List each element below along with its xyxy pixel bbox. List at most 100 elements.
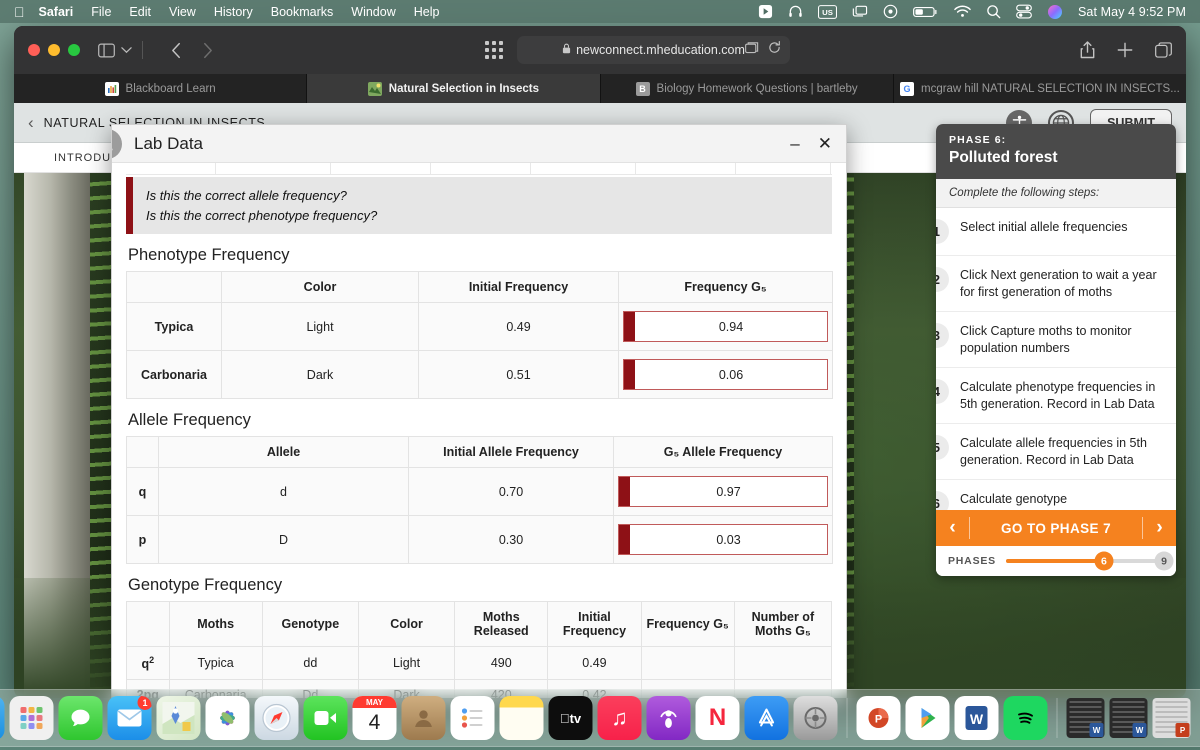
dock-app-media-player[interactable] <box>905 696 950 740</box>
dock-app-word[interactable]: W <box>954 696 999 740</box>
menubar-clock[interactable]: Sat May 4 9:52 PM <box>1078 5 1186 19</box>
chevron-left-icon[interactable]: ‹ <box>28 113 34 133</box>
dock-app-finder[interactable] <box>0 696 5 740</box>
step-number: 6 <box>936 491 949 510</box>
dock-app-system-preferences[interactable] <box>793 696 838 740</box>
phase-progress-current[interactable]: 6 <box>1094 551 1114 571</box>
dock-app-music[interactable]: ♫ <box>597 696 642 740</box>
minimize-icon[interactable]: ‒ <box>790 135 799 152</box>
cell-color: Light <box>221 302 419 351</box>
cell-number-of-moths-g5[interactable] <box>733 645 833 681</box>
siri-icon[interactable] <box>1047 4 1063 20</box>
spotlight-search-icon[interactable] <box>986 4 1001 19</box>
dock-app-launchpad[interactable] <box>9 696 54 740</box>
dock-app-notes[interactable] <box>499 696 544 740</box>
screen-mirroring-icon[interactable] <box>852 5 868 19</box>
table-header-row: Allele Initial Allele Frequency G₅ Allel… <box>126 436 833 468</box>
dock-app-reminders[interactable] <box>450 696 495 740</box>
input-source-us-icon[interactable]: US <box>818 4 837 19</box>
cell-initial-allele-frequency: 0.30 <box>408 515 614 564</box>
cell-g5-allele-frequency[interactable]: 0.97 <box>613 467 833 516</box>
cell-frequency-g5[interactable]: 0.94 <box>618 302 833 351</box>
cell-frequency-g5-input[interactable] <box>640 645 735 681</box>
previous-phase-button[interactable]: ‹ <box>936 517 970 539</box>
dock-app-podcasts[interactable] <box>646 696 691 740</box>
apple-logo-icon[interactable]:  <box>14 5 25 19</box>
blackboard-icon <box>104 81 119 96</box>
menu-item-window[interactable]: Window <box>351 5 395 19</box>
dock-app-calendar[interactable]: MAY 4 <box>352 696 397 740</box>
dock-app-mail[interactable]: 1 <box>107 696 152 740</box>
maximize-window-button[interactable] <box>68 44 80 56</box>
dock-app-spotify[interactable] <box>1003 696 1048 740</box>
dock-app-powerpoint[interactable]: P <box>856 696 901 740</box>
modal-body: Is this the correct allele frequency? Is… <box>112 163 846 698</box>
menu-item-help[interactable]: Help <box>414 5 440 19</box>
phase-progress-total[interactable]: 9 <box>1154 551 1174 571</box>
input-value[interactable]: 0.94 <box>635 312 827 341</box>
safari-tab-bar: Blackboard Learn Natural Selection in In… <box>14 74 1186 103</box>
close-icon[interactable]: ✕ <box>818 135 832 152</box>
input-value[interactable]: 0.97 <box>630 477 827 506</box>
forward-icon[interactable] <box>202 42 213 59</box>
back-icon[interactable] <box>171 42 182 59</box>
dock-app-photos[interactable] <box>205 696 250 740</box>
dock-app-messages[interactable] <box>58 696 103 740</box>
dock-app-app-store[interactable] <box>744 696 789 740</box>
control-center-record-icon[interactable] <box>883 4 898 19</box>
menu-item-history[interactable]: History <box>214 5 253 19</box>
share-icon[interactable] <box>1080 41 1095 59</box>
control-center-icon[interactable] <box>1016 4 1032 19</box>
browser-tab-blackboard[interactable]: Blackboard Learn <box>14 74 308 103</box>
cell-g5-allele-frequency[interactable]: 0.03 <box>613 515 833 564</box>
menu-item-safari[interactable]: Safari <box>39 5 74 19</box>
menu-item-view[interactable]: View <box>169 5 196 19</box>
minimized-powerpoint-window[interactable]: P <box>1152 698 1191 738</box>
app-grid-icon[interactable] <box>485 41 504 59</box>
dock-app-news[interactable]: N <box>695 696 740 740</box>
input-value[interactable]: 0.06 <box>635 360 827 389</box>
tab-overview-icon[interactable] <box>1155 42 1172 58</box>
battery-icon[interactable] <box>913 5 939 19</box>
calendar-day: 4 <box>368 710 381 734</box>
headphones-icon[interactable] <box>788 4 803 19</box>
reload-icon[interactable] <box>768 41 781 59</box>
simulation-icon <box>367 81 382 96</box>
phase-progress-fill <box>1005 559 1104 563</box>
dock-app-maps[interactable] <box>156 696 201 740</box>
browser-tab-google-search[interactable]: G mcgraw hill NATURAL SELECTION IN INSEC… <box>894 74 1186 103</box>
phase-progress-track[interactable]: 6 9 <box>1005 551 1174 571</box>
google-g-icon: G <box>899 81 914 96</box>
dock-app-safari[interactable] <box>254 696 299 740</box>
minimized-word-window-2[interactable]: W <box>1109 698 1148 738</box>
browser-tab-natural-selection[interactable]: Natural Selection in Insects <box>307 74 601 103</box>
minimized-word-window-1[interactable]: W <box>1066 698 1105 738</box>
address-bar[interactable]: newconnect.mheducation.com <box>517 36 790 64</box>
go-to-next-phase-button[interactable]: GO TO PHASE 7 <box>970 521 1142 536</box>
table-header-row: Color Initial Frequency Frequency G₅ <box>126 271 833 303</box>
input-value[interactable]: 0.03 <box>630 525 827 554</box>
new-tab-icon[interactable] <box>1117 42 1133 58</box>
next-phase-button[interactable]: › <box>1142 517 1176 539</box>
browser-tab-bartleby[interactable]: B Biology Homework Questions | bartleby <box>601 74 894 103</box>
menu-item-bookmarks[interactable]: Bookmarks <box>271 5 334 19</box>
reader-icon[interactable] <box>744 41 759 59</box>
dock-app-apple-tv[interactable]: tv <box>548 696 593 740</box>
chevron-down-icon[interactable] <box>121 46 132 54</box>
menu-item-edit[interactable]: Edit <box>129 5 151 19</box>
minimize-window-button[interactable] <box>48 44 60 56</box>
browser-tab-label: Biology Homework Questions | bartleby <box>656 82 858 95</box>
play-icon[interactable] <box>758 4 773 19</box>
window-traffic-lights[interactable] <box>28 44 80 56</box>
trash-icon[interactable] <box>1196 696 1200 740</box>
menu-item-file[interactable]: File <box>91 5 111 19</box>
dock-app-facetime[interactable] <box>303 696 348 740</box>
toolbar-divider <box>142 41 143 59</box>
macos-dock: 1 MAY 4 tv ♫ N <box>0 689 1200 747</box>
dock-app-contacts[interactable] <box>401 696 446 740</box>
close-window-button[interactable] <box>28 44 40 56</box>
table-row: q d 0.70 0.97 <box>126 467 833 516</box>
cell-frequency-g5[interactable]: 0.06 <box>618 350 833 399</box>
sidebar-icon[interactable] <box>98 43 115 58</box>
wifi-icon[interactable] <box>954 5 971 18</box>
